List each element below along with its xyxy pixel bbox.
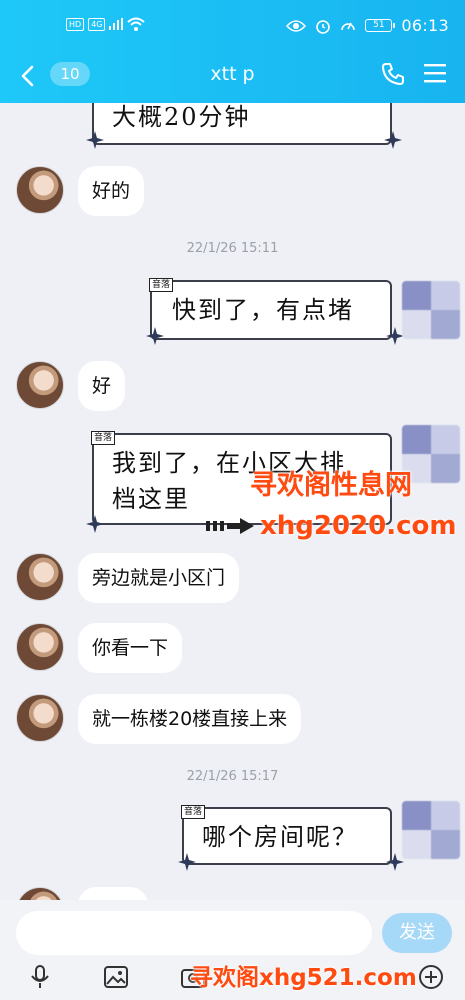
self-avatar[interactable] (402, 281, 460, 339)
card-tag: 音落 (149, 278, 174, 292)
card-text: 哪个房间呢？ (202, 823, 358, 851)
status-time: 06:13 (401, 16, 449, 35)
status-bar: HD 4G 51 06:13 (0, 0, 465, 54)
watermark-text: 寻欢阁xhg521.com (190, 965, 417, 991)
image-icon[interactable] (103, 964, 129, 990)
phone-icon[interactable] (381, 62, 405, 86)
voice-text-card[interactable]: 大概20分钟 (92, 103, 392, 145)
battery-icon: 51 (365, 19, 396, 32)
message-list[interactable]: 大概20分钟 好的 22/1/26 15:11 音落 快到了，有点堵 好 音落 … (0, 103, 465, 900)
contact-avatar[interactable] (16, 361, 64, 409)
leaf-decoration-icon (86, 131, 104, 149)
eye-icon (286, 19, 307, 32)
network-badge: 4G (88, 17, 106, 31)
leaf-decoration-icon (178, 853, 196, 871)
input-footer: 发送 寻欢阁xhg521.com (0, 900, 465, 1000)
watermark-text: xhg2020.com (260, 511, 457, 541)
signal-icon (109, 18, 124, 30)
alarm-icon (316, 19, 331, 34)
hd-badge: HD (66, 17, 85, 31)
card-text: 档这里 (112, 485, 190, 513)
chat-header: HD 4G 51 06:13 10 xtt p (0, 0, 465, 103)
add-icon[interactable] (418, 964, 444, 990)
message-input[interactable] (16, 911, 372, 955)
contact-avatar[interactable] (16, 623, 64, 671)
menu-icon[interactable] (424, 63, 446, 83)
card-tag: 音落 (91, 431, 116, 445)
contact-avatar[interactable] (16, 694, 64, 742)
wifi-icon (127, 17, 146, 31)
timestamp: 22/1/26 15:11 (186, 241, 279, 256)
incoming-message[interactable]: 好 (78, 361, 126, 411)
card-text: 大概20分钟 (112, 103, 251, 131)
contact-avatar[interactable] (16, 553, 64, 601)
speed-icon (341, 22, 356, 30)
card-text: 快到了，有点堵 (172, 296, 354, 324)
incoming-message[interactable]: 就一栋楼20楼直接上来 (78, 694, 302, 744)
send-button[interactable]: 发送 (382, 913, 452, 953)
leaf-decoration-icon (384, 131, 402, 149)
leaf-decoration-icon (146, 327, 164, 345)
arrow-icon (206, 518, 254, 534)
voice-text-card[interactable]: 音落 快到了，有点堵 (149, 278, 392, 340)
incoming-message[interactable]: 旁边就是小区门 (78, 553, 240, 603)
nav-bar: 10 xtt p (0, 54, 465, 103)
voice-text-card[interactable]: 音落 哪个房间呢？ (181, 805, 392, 865)
self-avatar[interactable] (402, 801, 460, 859)
incoming-message[interactable] (78, 887, 148, 900)
contact-avatar[interactable] (16, 887, 64, 900)
microphone-icon[interactable] (27, 964, 53, 990)
incoming-message[interactable]: 好的 (78, 166, 145, 216)
card-tag: 音落 (181, 805, 206, 819)
timestamp: 22/1/26 15:17 (186, 769, 279, 784)
watermark-text: 寻欢阁性息网 (250, 470, 412, 501)
contact-avatar[interactable] (16, 166, 64, 214)
incoming-message[interactable]: 你看一下 (78, 623, 183, 673)
leaf-decoration-icon (86, 515, 104, 533)
